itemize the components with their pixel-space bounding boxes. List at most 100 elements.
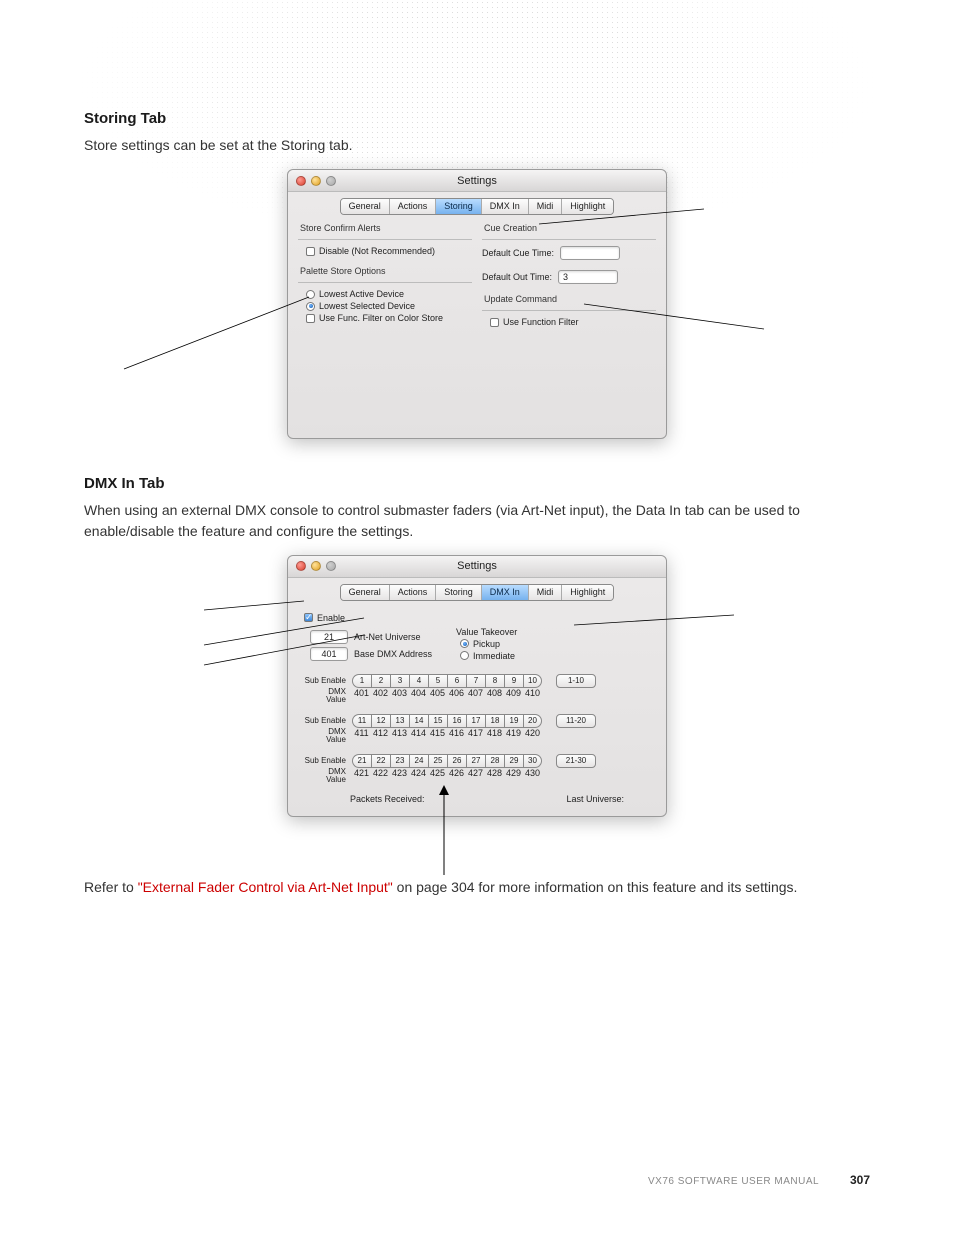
dmx-value-label: DMX Value (300, 688, 346, 704)
sub-enable-8[interactable]: 8 (485, 674, 504, 688)
dmx-intro: When using an external DMX console to co… (84, 500, 870, 541)
dmx-value: 410 (523, 688, 542, 698)
sub-enable-26[interactable]: 26 (447, 754, 466, 768)
dmx-value: 416 (447, 728, 466, 738)
enable-checkbox[interactable] (304, 613, 313, 622)
sub-enable-3[interactable]: 3 (390, 674, 409, 688)
sub-enable-21[interactable]: 21 (352, 754, 371, 768)
default-out-time-field[interactable]: 3 (558, 270, 618, 284)
artnet-universe-field[interactable]: 21 (310, 630, 348, 644)
packets-received-label: Packets Received: (350, 794, 425, 804)
cue-creation-label: Cue Creation (484, 223, 656, 233)
dmx-value: 411 (352, 728, 371, 738)
sub-enable-4[interactable]: 4 (409, 674, 428, 688)
use-func-color-label: Use Func. Filter on Color Store (319, 313, 443, 323)
lowest-selected-label: Lowest Selected Device (319, 301, 415, 311)
tab-actions[interactable]: Actions (390, 199, 437, 214)
footer-manual: VX76 SOFTWARE USER MANUAL (648, 1176, 819, 1187)
settings-window-storing: Settings GeneralActionsStoringDMX InMidi… (287, 169, 667, 439)
dmx-value: 415 (428, 728, 447, 738)
sub-enable-7[interactable]: 7 (466, 674, 485, 688)
dmx-value: 409 (504, 688, 523, 698)
sub-enable-2[interactable]: 2 (371, 674, 390, 688)
dmx-value: 406 (447, 688, 466, 698)
sub-enable-6[interactable]: 6 (447, 674, 466, 688)
tab-storing[interactable]: Storing (436, 199, 482, 214)
range-button[interactable]: 11-20 (556, 714, 596, 728)
tab-midi[interactable]: Midi (529, 199, 563, 214)
update-command-label: Update Command (484, 294, 656, 304)
sub-enable-11[interactable]: 11 (352, 714, 371, 728)
sub-enable-12[interactable]: 12 (371, 714, 390, 728)
default-out-time-label: Default Out Time: (482, 272, 552, 282)
refer-paragraph: Refer to "External Fader Control via Art… (84, 877, 870, 897)
range-button[interactable]: 1-10 (556, 674, 596, 688)
sub-enable-label: Sub Enable (300, 716, 346, 725)
dmx-value: 425 (428, 768, 447, 778)
sub-enable-9[interactable]: 9 (504, 674, 523, 688)
disable-checkbox[interactable] (306, 247, 315, 256)
settings-window-dmx: Settings GeneralActionsStoringDMX InMidi… (287, 555, 667, 817)
use-function-filter-checkbox[interactable] (490, 318, 499, 327)
tab-general[interactable]: General (341, 585, 390, 600)
dmx-value: 405 (428, 688, 447, 698)
sub-enable-25[interactable]: 25 (428, 754, 447, 768)
sub-enable-22[interactable]: 22 (371, 754, 390, 768)
sub-enable-28[interactable]: 28 (485, 754, 504, 768)
sub-enable-5[interactable]: 5 (428, 674, 447, 688)
enable-label: Enable (317, 613, 345, 623)
external-fader-link[interactable]: "External Fader Control via Art-Net Inpu… (138, 879, 393, 895)
pickup-radio[interactable] (460, 639, 469, 648)
disable-label: Disable (Not Recommended) (319, 246, 435, 256)
sub-enable-14[interactable]: 14 (409, 714, 428, 728)
sub-enable-24[interactable]: 24 (409, 754, 428, 768)
sub-enable-27[interactable]: 27 (466, 754, 485, 768)
range-button[interactable]: 21-30 (556, 754, 596, 768)
dmx-value-label: DMX Value (300, 728, 346, 744)
tab-actions[interactable]: Actions (390, 585, 437, 600)
dmx-value: 418 (485, 728, 504, 738)
sub-enable-30[interactable]: 30 (523, 754, 542, 768)
default-cue-time-field[interactable] (560, 246, 620, 260)
tab-highlight[interactable]: Highlight (562, 199, 613, 214)
tab-dmx-in[interactable]: DMX In (482, 199, 529, 214)
dmx-value: 419 (504, 728, 523, 738)
dmx-value: 422 (371, 768, 390, 778)
tab-highlight[interactable]: Highlight (562, 585, 613, 600)
base-dmx-label: Base DMX Address (354, 649, 432, 659)
sub-enable-23[interactable]: 23 (390, 754, 409, 768)
sub-enable-17[interactable]: 17 (466, 714, 485, 728)
footer-page: 307 (850, 1173, 870, 1187)
tab-general[interactable]: General (341, 199, 390, 214)
sub-enable-18[interactable]: 18 (485, 714, 504, 728)
storing-heading: Storing Tab (84, 110, 870, 127)
use-func-color-checkbox[interactable] (306, 314, 315, 323)
base-dmx-field[interactable]: 401 (310, 647, 348, 661)
store-confirm-label: Store Confirm Alerts (300, 223, 472, 233)
sub-enable-10[interactable]: 10 (523, 674, 542, 688)
dmx-value: 430 (523, 768, 542, 778)
palette-label: Palette Store Options (300, 266, 472, 276)
sub-enable-19[interactable]: 19 (504, 714, 523, 728)
sub-enable-29[interactable]: 29 (504, 754, 523, 768)
pickup-label: Pickup (473, 639, 500, 649)
sub-enable-16[interactable]: 16 (447, 714, 466, 728)
last-universe-label: Last Universe: (566, 794, 624, 804)
tab-storing[interactable]: Storing (436, 585, 482, 600)
lowest-active-radio[interactable] (306, 290, 315, 299)
dmx-value: 424 (409, 768, 428, 778)
dmx-value-label: DMX Value (300, 768, 346, 784)
dmx-value: 426 (447, 768, 466, 778)
dmx-value: 408 (485, 688, 504, 698)
lowest-selected-radio[interactable] (306, 302, 315, 311)
immediate-radio[interactable] (460, 651, 469, 660)
sub-enable-1[interactable]: 1 (352, 674, 371, 688)
sub-enable-15[interactable]: 15 (428, 714, 447, 728)
sub-enable-13[interactable]: 13 (390, 714, 409, 728)
tab-midi[interactable]: Midi (529, 585, 563, 600)
dmx-value: 403 (390, 688, 409, 698)
window-title: Settings (288, 560, 666, 572)
lowest-active-label: Lowest Active Device (319, 289, 404, 299)
sub-enable-20[interactable]: 20 (523, 714, 542, 728)
tab-dmx-in[interactable]: DMX In (482, 585, 529, 600)
